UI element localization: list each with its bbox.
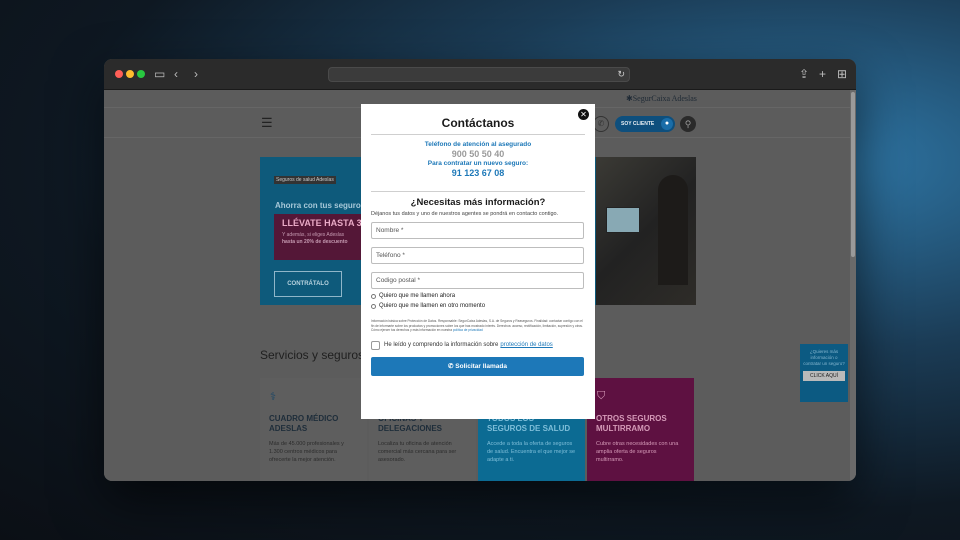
hero-promo: LLÉVATE HASTA 3 Y además, si eliges Ades…: [274, 214, 374, 260]
card-title: CUADRO MÉDICO ADESLAS: [269, 414, 339, 433]
hero-cta-button[interactable]: CONTRÁTALO: [274, 271, 342, 297]
contract-phone-number[interactable]: 91 123 67 08: [371, 168, 585, 179]
shield-check-icon: ⛉: [597, 390, 606, 402]
contact-modal: ✕ Contáctanos Teléfono de atención al as…: [361, 104, 595, 419]
browser-window: ▭ ‹ › ↻ ⇪ + ⊞ ✱SegurCaixa Adeslas ☰ ✆ SO…: [104, 59, 856, 481]
close-icon[interactable]: ✕: [578, 109, 589, 120]
close-window-button[interactable]: [115, 70, 123, 78]
hero-promo-title: LLÉVATE HASTA 3: [282, 218, 362, 228]
contract-phone-label: Para contratar un nuevo seguro:: [427, 160, 529, 167]
radio-button[interactable]: [371, 303, 376, 309]
contact-phones: Teléfono de atención al asegurado 900 50…: [371, 135, 585, 192]
phone-field[interactable]: [371, 247, 584, 264]
hero-intro: Ahorra con tus seguro: [275, 201, 361, 210]
submit-label: Solicitar llamada: [455, 363, 507, 370]
side-widget-button[interactable]: CLICK AQUÍ: [803, 371, 845, 381]
reload-icon[interactable]: ↻: [617, 68, 625, 81]
form-intro: Déjanos tus datos y uno de nuestros agen…: [371, 211, 559, 217]
modal-title: Contáctanos: [371, 104, 585, 135]
hero-badge: Seguros de salud Adeslas: [274, 176, 336, 184]
privacy-policy-link[interactable]: política de privacidad: [453, 328, 483, 332]
forward-icon[interactable]: ›: [194, 66, 198, 82]
insured-phone-number[interactable]: 900 50 50 40: [371, 149, 585, 160]
card-desc: Cubre otras necesidades con una amplia o…: [596, 441, 679, 463]
card-desc: Accede a toda la oferta de seguros de sa…: [487, 441, 576, 463]
data-protection-link[interactable]: protección de datos: [500, 342, 552, 348]
card-desc: Más de 45.000 profesionales y 1.300 cent…: [269, 441, 344, 463]
radio-call-later[interactable]: Quiero que me llamen en otro momento: [371, 303, 585, 309]
card-title: OTROS SEGUROS MULTIRRAMO: [596, 414, 667, 433]
consent-text: He leído y comprendo la información sobr…: [384, 342, 499, 348]
minimize-window-button[interactable]: [126, 70, 134, 78]
request-call-button[interactable]: ✆ Solicitar llamada: [371, 356, 584, 376]
page-scrollbar[interactable]: [850, 90, 856, 481]
services-title: Servicios y seguros: [260, 348, 365, 362]
laptop-screen: [606, 207, 640, 233]
legal-notice: Información básica sobre Protección de D…: [371, 319, 585, 333]
service-card-multirramo[interactable]: ⛉ OTROS SEGUROS MULTIRRAMO Cubre otras n…: [587, 378, 694, 481]
scrollbar-thumb[interactable]: [851, 92, 855, 257]
address-bar[interactable]: ↻: [328, 67, 630, 82]
consent-row: He leído y comprendo la información sobr…: [371, 340, 585, 350]
radio-call-now[interactable]: Quiero que me llamen ahora: [371, 293, 585, 299]
name-field[interactable]: [371, 222, 584, 239]
new-tab-icon[interactable]: +: [819, 66, 826, 82]
stethoscope-icon: ⚕: [270, 391, 276, 403]
form-subtitle: ¿Necesitas más información?: [410, 197, 546, 208]
side-info-widget: ¿Quieres más información o contratar un …: [800, 344, 848, 402]
search-icon[interactable]: ⚲: [680, 116, 696, 132]
radio-label: Quiero que me llamen en otro momento: [379, 303, 486, 309]
radio-label: Quiero que me llamen ahora: [379, 293, 456, 299]
page-viewport: ✱SegurCaixa Adeslas ☰ ✆ SOY CLIENTE ● ⚲ …: [104, 90, 856, 481]
person-silhouette: [658, 175, 688, 285]
zip-field[interactable]: [371, 272, 584, 289]
hero-image: [596, 157, 696, 305]
brand-logo[interactable]: ✱SegurCaixa Adeslas: [626, 94, 697, 103]
user-icon: ●: [661, 118, 673, 130]
tab-overview-icon[interactable]: ⊞: [837, 66, 847, 82]
hero-promo-text2: hasta un 20% de descuento: [282, 239, 348, 245]
service-card-medical[interactable]: ⚕ CUADRO MÉDICO ADESLAS Más de 45.000 pr…: [260, 378, 367, 481]
browser-toolbar: ▭ ‹ › ↻ ⇪ + ⊞: [104, 59, 856, 90]
sidebar-icon[interactable]: ▭: [154, 66, 165, 82]
insured-phone-label: Teléfono de atención al asegurado: [424, 141, 532, 148]
hamburger-menu-icon[interactable]: ☰: [261, 115, 273, 131]
share-icon[interactable]: ⇪: [799, 66, 809, 82]
client-login-label: SOY CLIENTE: [621, 121, 655, 127]
maximize-window-button[interactable]: [137, 70, 145, 78]
hero-promo-text1: Y además, si eliges Adeslas: [282, 232, 345, 238]
radio-button[interactable]: [371, 293, 376, 299]
client-login-button[interactable]: SOY CLIENTE ●: [615, 116, 675, 132]
phone-icon[interactable]: ✆: [593, 116, 609, 132]
back-icon[interactable]: ‹: [174, 66, 178, 82]
side-widget-text: ¿Quieres más información o contratar un …: [803, 349, 845, 366]
consent-checkbox[interactable]: [371, 340, 380, 350]
card-desc: Localiza tu oficina de atención comercia…: [378, 441, 457, 463]
